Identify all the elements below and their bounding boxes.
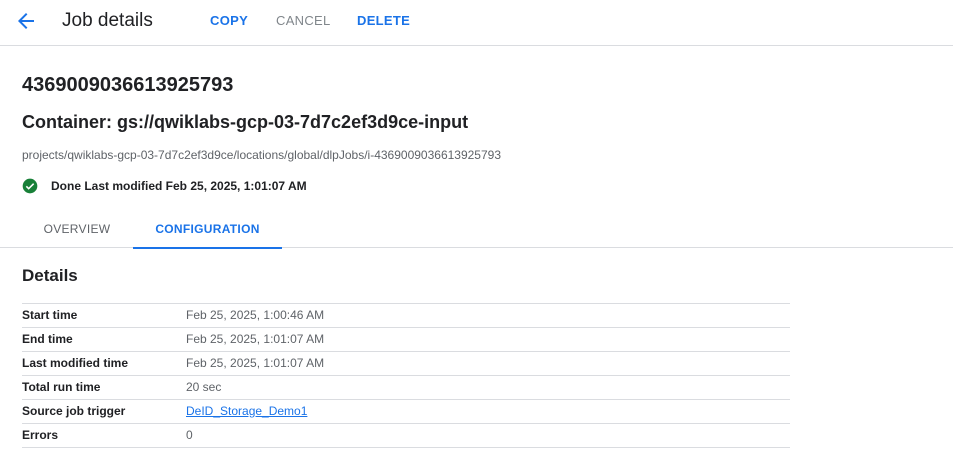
table-row: Source job trigger DeID_Storage_Demo1 xyxy=(22,399,790,424)
page-title: Job details xyxy=(62,10,153,31)
job-id-heading: 4369009036613925793 xyxy=(22,74,234,96)
tab-overview[interactable]: OVERVIEW xyxy=(22,210,132,248)
copy-button[interactable]: COPY xyxy=(210,13,248,29)
tab-bar: OVERVIEW CONFIGURATION xyxy=(0,210,953,249)
row-label: Start time xyxy=(22,308,78,322)
row-label: Source job trigger xyxy=(22,404,126,418)
source-job-trigger-link[interactable]: DeID_Storage_Demo1 xyxy=(186,404,307,418)
top-app-bar: Job details COPY CANCEL DELETE xyxy=(0,0,953,46)
details-heading: Details xyxy=(22,266,78,285)
arrow-back-icon xyxy=(18,13,34,29)
row-label: Total run time xyxy=(22,380,101,394)
row-value: Feb 25, 2025, 1:01:07 AM xyxy=(186,356,325,370)
table-row: Errors 0 xyxy=(22,423,790,448)
delete-button[interactable]: DELETE xyxy=(357,13,410,29)
row-value: 0 xyxy=(186,428,193,442)
job-status: Done Last modified Feb 25, 2025, 1:01:07… xyxy=(22,177,307,195)
row-label: End time xyxy=(22,332,73,346)
tab-configuration[interactable]: CONFIGURATION xyxy=(133,210,282,249)
table-row: Start time Feb 25, 2025, 1:00:46 AM xyxy=(22,303,790,328)
table-row: Last modified time Feb 25, 2025, 1:01:07… xyxy=(22,351,790,376)
row-label: Last modified time xyxy=(22,356,129,370)
row-value: 20 sec xyxy=(186,380,222,394)
row-label: Errors xyxy=(22,428,59,442)
table-row: Total run time 20 sec xyxy=(22,375,790,400)
status-text: Done Last modified Feb 25, 2025, 1:01:07… xyxy=(51,179,307,193)
row-value: Feb 25, 2025, 1:00:46 AM xyxy=(186,308,325,322)
cancel-button[interactable]: CANCEL xyxy=(276,13,331,29)
row-value: DeID_Storage_Demo1 xyxy=(186,400,790,424)
details-table: Start time Feb 25, 2025, 1:00:46 AM End … xyxy=(22,303,790,448)
container-title: Container: gs://qwiklabs-gcp-03-7d7c2ef3… xyxy=(22,112,469,132)
row-value: Feb 25, 2025, 1:01:07 AM xyxy=(186,332,325,346)
check-circle-icon xyxy=(22,178,38,194)
back-button[interactable] xyxy=(14,9,38,33)
resource-path: projects/qwiklabs-gcp-03-7d7c2ef3d9ce/lo… xyxy=(22,148,502,162)
table-row: End time Feb 25, 2025, 1:01:07 AM xyxy=(22,327,790,352)
